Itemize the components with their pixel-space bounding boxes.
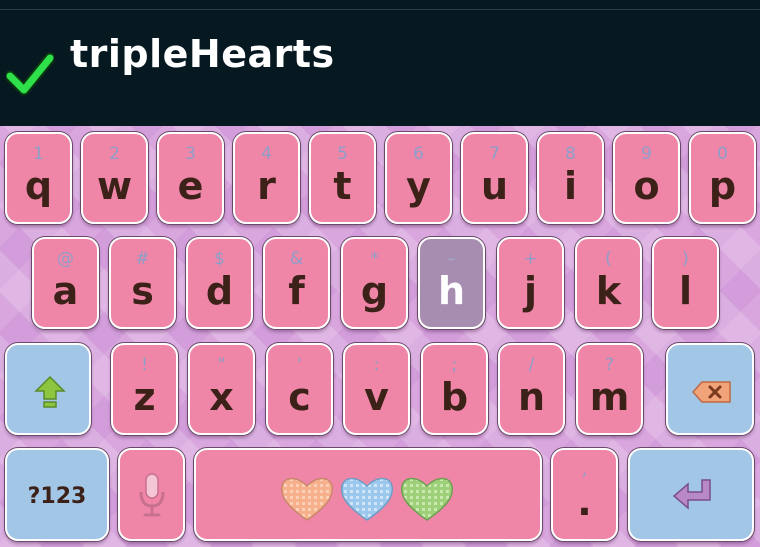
key-hint: 7: [489, 144, 500, 164]
key-hint: ": [217, 355, 226, 375]
key-label: x: [209, 375, 234, 419]
key-hint: 8: [565, 144, 576, 164]
key-label: k: [595, 269, 622, 313]
key-hint: :: [373, 355, 380, 375]
key-label: n: [517, 375, 546, 419]
key-label: f: [288, 269, 305, 313]
key-label: w: [96, 164, 133, 208]
key-hint: /: [528, 355, 535, 375]
key-hint: 4: [261, 144, 272, 164]
key-hint: #: [135, 249, 150, 269]
space-key[interactable]: [194, 448, 542, 541]
key-hint: 0: [717, 144, 728, 164]
key-w[interactable]: 2 w: [81, 132, 148, 224]
key-f[interactable]: & f: [263, 237, 330, 329]
key-n[interactable]: / n: [498, 343, 565, 435]
key-hint: ): [682, 249, 689, 269]
key-hint: 9: [641, 144, 652, 164]
microphone-key[interactable]: [118, 448, 185, 541]
key-hint: 3: [185, 144, 196, 164]
key-label: z: [133, 375, 156, 419]
key-hint: *: [370, 249, 379, 269]
key-o[interactable]: 9 o: [613, 132, 680, 224]
key-x[interactable]: " x: [188, 343, 255, 435]
key-label: a: [52, 269, 79, 313]
key-label: b: [440, 375, 469, 419]
check-icon: [6, 52, 54, 96]
key-label: t: [333, 164, 352, 208]
key-label: e: [177, 164, 204, 208]
header-bar: tripleHearts: [0, 0, 760, 126]
symbols-key[interactable]: ?123: [5, 448, 109, 541]
key-label: l: [678, 269, 693, 313]
key-hint: 1: [33, 144, 44, 164]
key-label: m: [589, 375, 630, 419]
key-hint: &: [289, 249, 304, 269]
key-v[interactable]: : v: [343, 343, 410, 435]
key-label: q: [24, 164, 53, 208]
key-c[interactable]: ' c: [266, 343, 333, 435]
microphone-icon: [139, 473, 165, 517]
key-m[interactable]: ? m: [576, 343, 643, 435]
key-hint: +: [523, 249, 538, 269]
symbols-label: ?123: [27, 484, 87, 509]
key-label: g: [360, 269, 389, 313]
key-label: o: [633, 164, 660, 208]
enter-arrow-icon: [672, 479, 711, 510]
key-k[interactable]: ( k: [575, 237, 642, 329]
key-z[interactable]: ! z: [111, 343, 178, 435]
key-label: v: [364, 375, 389, 419]
key-r[interactable]: 4 r: [233, 132, 300, 224]
theme-name: tripleHearts: [70, 32, 335, 76]
key-label: u: [480, 164, 509, 208]
key-s[interactable]: # s: [109, 237, 176, 329]
key-b[interactable]: ; b: [421, 343, 488, 435]
backspace-icon: [692, 381, 731, 403]
keyboard: 1 q 2 w 3 e 4 r 5 t 6 y 7 u 8 i 9 o 0 p …: [0, 126, 760, 547]
key-label: p: [708, 164, 737, 208]
key-label: .: [577, 480, 592, 524]
key-hint: ,: [581, 460, 588, 480]
enter-key[interactable]: [628, 448, 754, 541]
shift-arrow-icon: [34, 375, 66, 408]
key-h[interactable]: – h: [418, 237, 485, 329]
key-label: y: [406, 164, 431, 208]
key-label: s: [131, 269, 154, 313]
backspace-key[interactable]: [666, 343, 754, 435]
key-hint: $: [214, 249, 225, 269]
key-q[interactable]: 1 q: [5, 132, 72, 224]
key-hint: !: [141, 355, 148, 375]
key-d[interactable]: $ d: [186, 237, 253, 329]
key-hint: 5: [337, 144, 348, 164]
key-label: i: [563, 164, 578, 208]
key-i[interactable]: 8 i: [537, 132, 604, 224]
key-j[interactable]: + j: [497, 237, 564, 329]
key-a[interactable]: @ a: [32, 237, 99, 329]
key-label: r: [257, 164, 276, 208]
key-hint: 2: [109, 144, 120, 164]
key-p[interactable]: 0 p: [689, 132, 756, 224]
period-key[interactable]: , .: [551, 448, 618, 541]
key-hint: (: [605, 249, 612, 269]
key-label: c: [288, 375, 311, 419]
key-g[interactable]: * g: [341, 237, 408, 329]
key-label: d: [205, 269, 234, 313]
key-hint: –: [447, 249, 456, 269]
key-hint: 6: [413, 144, 424, 164]
key-label: h: [437, 269, 466, 313]
key-e[interactable]: 3 e: [157, 132, 224, 224]
key-t[interactable]: 5 t: [309, 132, 376, 224]
key-l[interactable]: ) l: [652, 237, 719, 329]
shift-key[interactable]: [5, 343, 91, 435]
key-label: j: [523, 269, 538, 313]
key-hint: ': [297, 355, 302, 375]
key-hint: @: [57, 249, 74, 269]
key-hint: ;: [451, 355, 458, 375]
three-hearts-icon: [280, 477, 454, 521]
key-u[interactable]: 7 u: [461, 132, 528, 224]
key-y[interactable]: 6 y: [385, 132, 452, 224]
key-hint: ?: [604, 355, 615, 375]
divider: [0, 9, 760, 10]
